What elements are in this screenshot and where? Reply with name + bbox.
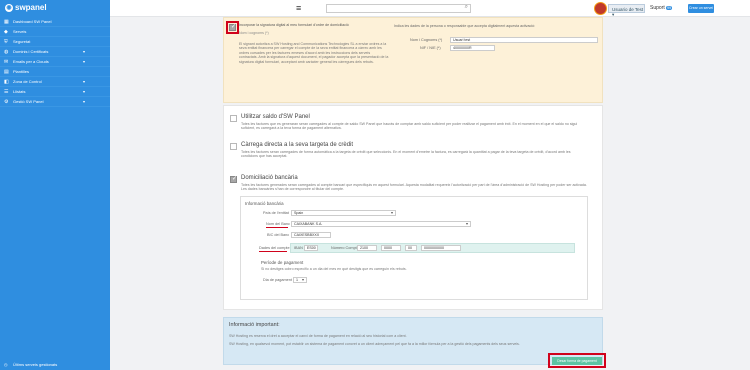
country-select[interactable]: Spain <box>291 210 396 216</box>
signer-heading: Indica les dades de la persona o respons… <box>394 24 536 28</box>
credit-card-checkbox[interactable] <box>230 143 237 150</box>
highlight-signature-checkbox <box>226 21 239 34</box>
office-field[interactable]: 0000 <box>381 245 401 251</box>
sidebar-item-gestio[interactable]: ⚙ Gestió SW Panel ▾ <box>0 97 110 107</box>
payment-day-select[interactable]: 1 <box>293 277 307 283</box>
bank-name-select[interactable]: CAIXABANK S.A. <box>291 221 471 227</box>
bank-info-panel: Informació bancària País de l'entitat Sp… <box>240 196 588 300</box>
sidebar-item-llistats[interactable]: ☰ Llistats ▾ <box>0 87 110 97</box>
control-icon: ◧ <box>4 79 9 85</box>
payment-methods-card: Utilitzar saldo d'SW Panel Totes les fac… <box>223 105 603 310</box>
logo-mark-icon: ◉ <box>5 4 13 12</box>
search-input[interactable]: ⌕ <box>326 4 471 13</box>
payment-day-label: Dia de pagament <box>263 278 292 282</box>
sidebar-item-label: Dominis i Certificats <box>13 49 49 54</box>
credit-card-text: Totes les factures seran carregades de f… <box>241 150 571 159</box>
chevron-down-icon: ▾ <box>82 59 85 64</box>
brand-name: swpanel <box>15 3 47 12</box>
payment-period-text: Si no desitges cobro específic a un dia … <box>261 267 407 271</box>
direct-debit-checkbox[interactable] <box>230 175 237 183</box>
chevron-down-icon: ▾ <box>82 89 85 94</box>
payment-period-title: Període de pagament <box>261 260 304 265</box>
sidebar-item-seguretat[interactable]: ⛨ Seguretat <box>0 37 110 47</box>
sw-balance-checkbox[interactable] <box>230 115 237 122</box>
cube-icon: ◆ <box>4 29 8 35</box>
user-menu-button[interactable]: Usuario de Test ▾ <box>608 4 645 17</box>
hamburger-menu-icon[interactable]: ≡ <box>296 4 301 13</box>
template-icon: ▤ <box>4 69 9 75</box>
chevron-down-icon: ▾ <box>82 99 85 104</box>
support-link[interactable]: Suport 99 <box>650 5 673 11</box>
sidebar-item-label: Plantilles <box>13 69 30 74</box>
sidebar-item-label: Emails per a Clouds <box>13 59 49 64</box>
name-field[interactable]: Usuari test <box>450 37 598 43</box>
sidebar-item-dashboard[interactable]: ▦ Dashboard SW Panel <box>0 17 110 27</box>
important-line-2: SW Hosting, en qualsevol moment, pot est… <box>229 342 520 346</box>
shield-icon: ⛨ <box>4 39 8 45</box>
bank-info-title: Informació bancària <box>245 201 284 206</box>
sidebar-item-label: Seguretat <box>13 39 31 44</box>
search-icon[interactable]: ⌕ <box>465 4 468 11</box>
top-bar: ◉ swpanel ≡ ⌕ Usuario de Test ▾ Suport 99… <box>0 0 750 17</box>
entity-field[interactable]: 2100 <box>357 245 377 251</box>
support-label: Suport <box>650 5 665 11</box>
sidebar-item-serveis[interactable]: ◆ Serveis <box>0 27 110 37</box>
support-badge: 99 <box>666 6 673 10</box>
bank-name-label: Nom del Banc <box>266 222 290 226</box>
account-underline <box>259 251 287 252</box>
account-label: Dades del compte <box>259 246 290 250</box>
direct-debit-text: Totes les factures generades seran carre… <box>241 183 587 192</box>
direct-debit-title: Domiciliació bancària <box>241 175 298 181</box>
avatar[interactable] <box>594 2 607 15</box>
sidebar-item-label: Serveis <box>13 29 27 34</box>
dashboard-icon: ▦ <box>4 19 9 25</box>
bank-name-underline <box>266 227 288 228</box>
iban-prefix: IBAN <box>294 246 303 250</box>
brand-logo[interactable]: ◉ swpanel <box>0 0 110 17</box>
important-info-card: Informació important: SW Hosting es rese… <box>223 317 603 365</box>
bic-label: BIC del Banc <box>267 233 290 237</box>
sidebar-item-label: Zona de Control <box>13 79 42 84</box>
sidebar-bottom-label: Últims serveis gestionats <box>13 362 58 367</box>
iban-field[interactable]: ES00 <box>304 245 318 251</box>
create-service-button[interactable]: Crear un servei <box>688 4 714 13</box>
important-title: Informació important: <box>229 322 280 328</box>
iban-row: IBAN ES00 Número Compte 2100 0000 00 000… <box>290 243 575 253</box>
history-icon: ◷ <box>4 362 8 367</box>
important-line-1: SW Hosting es reserva el dret a acceptar… <box>229 334 407 338</box>
chevron-down-icon: ▾ <box>82 79 85 84</box>
credit-card-title: Càrrega directa a la seva targeta de crè… <box>241 142 354 148</box>
sidebar-item-label: Llistats <box>13 89 26 94</box>
country-label: País de l'entitat <box>263 211 289 215</box>
mail-icon: ✉ <box>4 59 9 65</box>
sidebar-item-label: Dashboard SW Panel <box>13 19 52 24</box>
sidebar-item-dominis[interactable]: ◍ Dominis i Certificats ▾ <box>0 47 110 57</box>
sidebar-item-control[interactable]: ◧ Zona de Control ▾ <box>0 77 110 87</box>
chevron-down-icon: ▾ <box>82 49 85 54</box>
sw-balance-text: Totes les factures que es generaran sera… <box>241 122 578 131</box>
sidebar-item-label: Gestió SW Panel <box>13 99 44 104</box>
sidebar: ▦ Dashboard SW Panel ◆ Serveis ⛨ Seguretat … <box>0 17 110 370</box>
gear-icon: ⚙ <box>4 99 9 105</box>
sidebar-recent-services[interactable]: ◷ Últims serveis gestionats <box>0 360 110 370</box>
signature-paragraph: El signant autoritza a SW Hosting and Co… <box>239 42 389 64</box>
sw-balance-title: Utilitzar saldo d'SW Panel <box>241 114 310 120</box>
control-digit-field[interactable]: 00 <box>405 245 417 251</box>
account-number-field[interactable]: 0000000000 <box>421 245 461 251</box>
name-label: Nom i Cognoms (*) <box>410 38 443 42</box>
signature-checkbox-label: Incorporar la signatura digital al meu f… <box>239 23 349 27</box>
globe-icon: ◍ <box>4 49 9 55</box>
bic-field[interactable]: CAIXESBBXXX <box>291 232 331 238</box>
digital-signature-card: Incorporar la signatura digital al meu f… <box>223 17 603 103</box>
user-label: Usuario de Test <box>612 7 644 12</box>
highlight-submit-button <box>548 353 606 368</box>
sidebar-item-emails[interactable]: ✉ Emails per a Clouds ▾ <box>0 57 110 67</box>
list-icon: ☰ <box>4 89 9 95</box>
nif-field[interactable]: 40000000R <box>450 45 495 51</box>
nif-label: NIF / NIE (*) <box>420 46 441 50</box>
sidebar-item-plantilles[interactable]: ▤ Plantilles <box>0 67 110 77</box>
signature-sublabel: Nom i cognoms (*) <box>239 31 269 35</box>
account-number-label: Número Compte <box>331 246 359 250</box>
